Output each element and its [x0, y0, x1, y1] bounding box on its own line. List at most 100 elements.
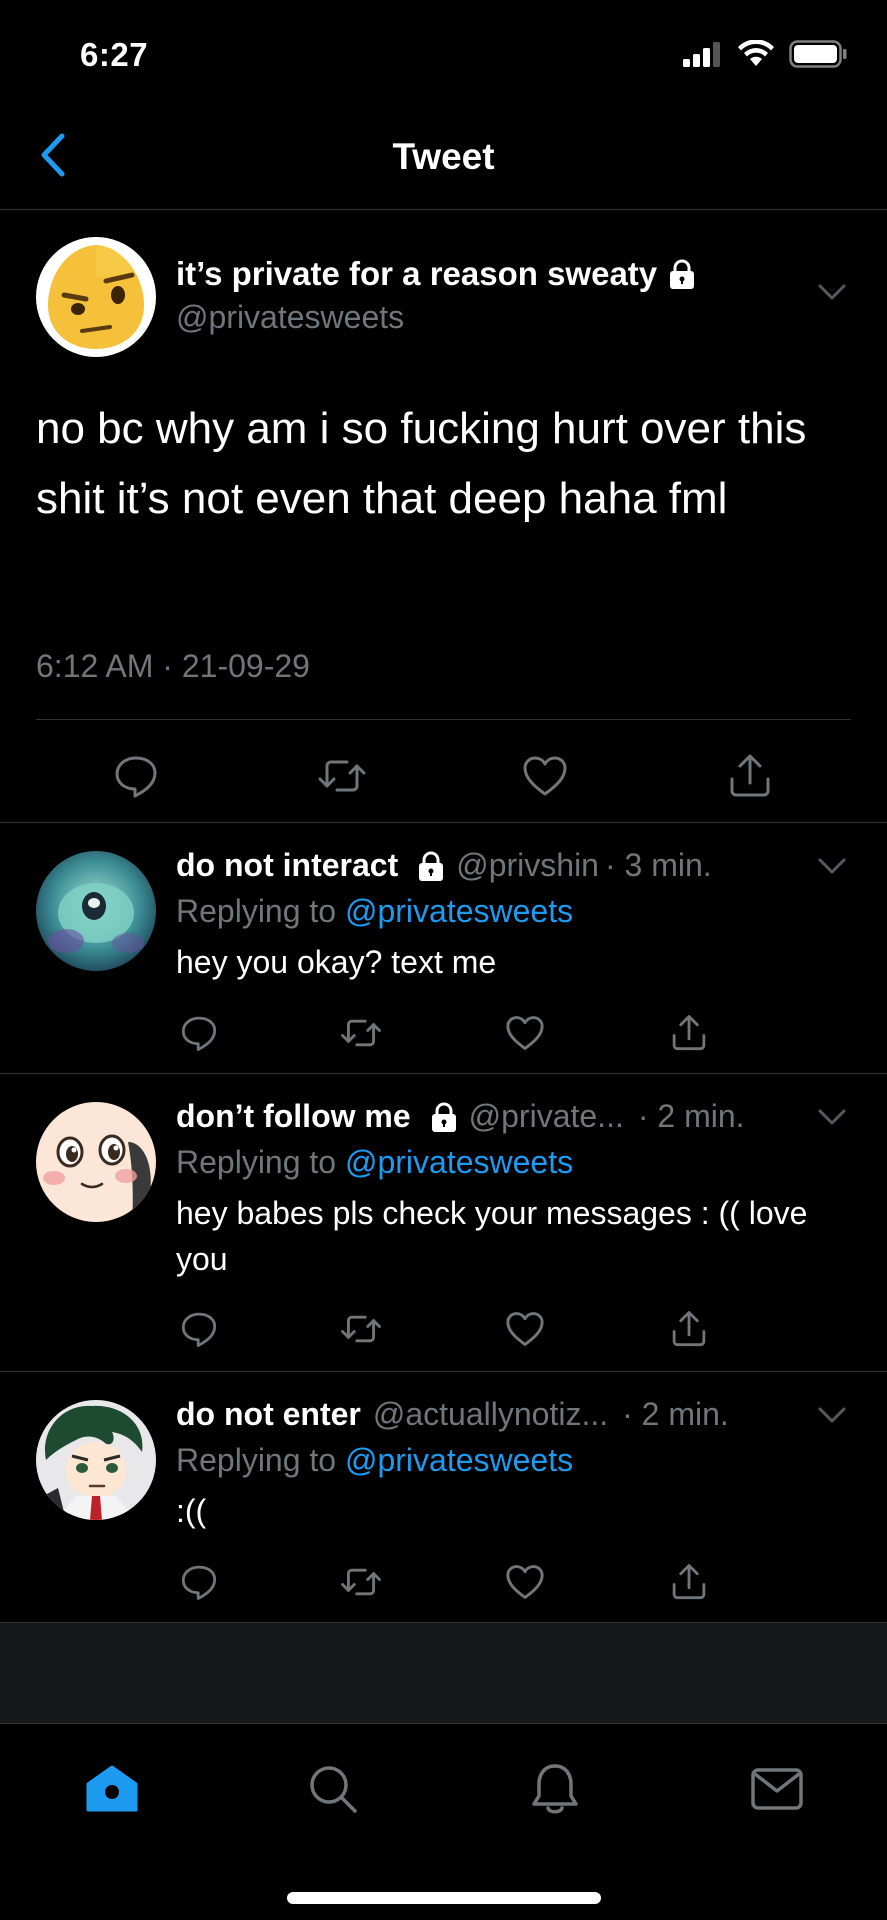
reply-tweet[interactable]: don’t follow me @private... · 2 min. Rep… — [0, 1074, 887, 1372]
reply-author-handle[interactable]: @actuallynotiz... — [373, 1396, 608, 1433]
tab-messages[interactable] — [742, 1754, 812, 1824]
divider — [36, 719, 851, 720]
replying-to-label: Replying to — [176, 1442, 337, 1478]
battery-icon — [789, 40, 847, 68]
svg-text:av: av — [134, 341, 146, 352]
reply-tweet[interactable]: do not enter @actuallynotiz... · 2 min. … — [0, 1372, 887, 1623]
chevron-down-icon — [818, 858, 846, 874]
reply-actions — [0, 1008, 887, 1058]
tweet-timestamp: 6:12 AM · 21-09-29 — [36, 648, 310, 684]
retweet-button[interactable] — [312, 746, 372, 806]
author-handle[interactable]: @privatesweets — [176, 299, 404, 336]
lock-icon — [416, 850, 446, 882]
reply-text: hey you okay? text me — [176, 944, 497, 980]
tab-home[interactable] — [77, 1754, 147, 1824]
reply-options-button[interactable] — [817, 1406, 847, 1429]
reply-text: hey babes pls check your messages : (( l… — [176, 1195, 808, 1277]
page-title: Tweet — [392, 136, 495, 177]
share-icon — [672, 1564, 706, 1600]
reply-author-name[interactable]: don’t follow me — [176, 1098, 411, 1135]
reply-time: · 2 min. — [637, 1098, 745, 1134]
reply-icon — [181, 1016, 217, 1051]
share-icon — [672, 1015, 706, 1051]
mail-icon — [751, 1768, 803, 1810]
tweet-actions — [0, 746, 887, 806]
cellular-signal-icon — [683, 42, 720, 67]
reply-text: :(( — [176, 1493, 207, 1529]
reply-author-name[interactable]: do not enter — [176, 1396, 361, 1433]
replying-to-link[interactable]: @privatesweets — [345, 1442, 573, 1478]
replying-to-link[interactable]: @privatesweets — [345, 893, 573, 929]
reply-icon — [115, 756, 157, 798]
like-button[interactable] — [500, 1008, 550, 1058]
heart-icon — [523, 756, 567, 796]
tweet-options-button[interactable] — [817, 283, 847, 306]
reply-author-handle[interactable]: @private... — [469, 1098, 624, 1135]
reply-button[interactable] — [174, 1304, 224, 1354]
share-button[interactable] — [720, 746, 780, 806]
reply-actions — [0, 1557, 887, 1607]
chevron-down-icon — [818, 284, 846, 300]
reply-icon — [181, 1312, 217, 1347]
status-bar: 6:27 — [0, 0, 887, 110]
tab-bar — [0, 1723, 887, 1920]
reply-author-name[interactable]: do not interact — [176, 847, 398, 884]
wifi-icon — [738, 40, 774, 66]
retweet-icon — [341, 1315, 381, 1343]
heart-icon — [506, 1312, 544, 1346]
share-icon — [730, 754, 770, 797]
anime-face-avatar[interactable] — [36, 1102, 156, 1222]
like-button[interactable] — [500, 1304, 550, 1354]
chevron-down-icon — [818, 1109, 846, 1125]
replying-to: Replying to @privatesweets — [176, 1442, 573, 1479]
reply-button[interactable] — [106, 746, 166, 806]
lock-icon — [670, 259, 695, 289]
replying-to: Replying to @privatesweets — [176, 1144, 573, 1181]
author-display-name[interactable]: it’s private for a reason sweaty — [176, 255, 657, 293]
search-icon — [310, 1766, 357, 1813]
tweet-text: no bc why am i so fucking hurt over this… — [36, 404, 807, 523]
retweet-button[interactable] — [336, 1557, 386, 1607]
reply-header: don’t follow me @private... · 2 min. — [176, 1098, 745, 1135]
retweet-icon — [341, 1019, 381, 1047]
tab-search[interactable] — [298, 1754, 368, 1824]
alien-creature-avatar[interactable] — [36, 851, 156, 971]
reply-options-button[interactable] — [817, 1108, 847, 1131]
replying-to-label: Replying to — [176, 1144, 337, 1180]
anime-boy-avatar[interactable] — [36, 1400, 156, 1520]
retweet-icon — [318, 760, 366, 792]
reply-button[interactable] — [174, 1008, 224, 1058]
reply-author-handle[interactable]: @privshin — [456, 847, 599, 884]
empty-area — [0, 1623, 887, 1723]
reply-options-button[interactable] — [817, 857, 847, 880]
navigation-bar: Tweet — [0, 110, 887, 210]
author-name-row[interactable]: it’s private for a reason sweaty — [176, 255, 697, 293]
reply-actions — [0, 1304, 887, 1354]
reply-header: do not interact @privshin · 3 min. — [176, 847, 712, 884]
status-time: 6:27 — [80, 36, 149, 73]
home-icon — [86, 1765, 138, 1812]
reply-tweet[interactable]: do not interact @privshin · 3 min. Reply… — [0, 823, 887, 1074]
sly-face-emoji-avatar[interactable]: av — [36, 237, 156, 357]
share-button[interactable] — [664, 1304, 714, 1354]
share-icon — [672, 1311, 706, 1347]
replying-to-link[interactable]: @privatesweets — [345, 1144, 573, 1180]
heart-icon — [506, 1016, 544, 1050]
lock-icon — [429, 1101, 459, 1133]
reply-button[interactable] — [174, 1557, 224, 1607]
like-button[interactable] — [515, 746, 575, 806]
tab-notifications[interactable] — [520, 1754, 590, 1824]
main-tweet: av it’s private for a reason sweaty @pri… — [0, 211, 887, 823]
retweet-icon — [341, 1568, 381, 1596]
retweet-button[interactable] — [336, 1304, 386, 1354]
replying-to: Replying to @privatesweets — [176, 893, 573, 930]
replying-to-label: Replying to — [176, 893, 337, 929]
retweet-button[interactable] — [336, 1008, 386, 1058]
like-button[interactable] — [500, 1557, 550, 1607]
home-indicator — [287, 1892, 601, 1904]
share-button[interactable] — [664, 1008, 714, 1058]
share-button[interactable] — [664, 1557, 714, 1607]
reply-time: · 2 min. — [622, 1396, 729, 1432]
reply-icon — [181, 1565, 217, 1600]
chevron-down-icon — [818, 1407, 846, 1423]
